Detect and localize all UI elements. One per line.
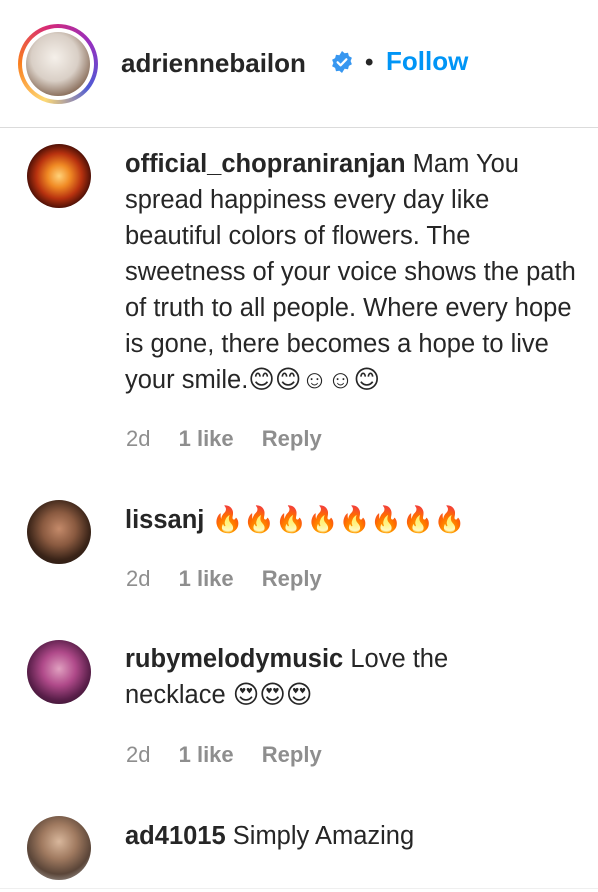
comment-time[interactable]: 2d — [126, 426, 150, 451]
comment-time[interactable]: 2d — [126, 742, 150, 767]
comment-time[interactable]: 2d — [126, 566, 150, 591]
comment-avatar[interactable] — [27, 640, 91, 704]
reply-button[interactable]: Reply — [262, 426, 322, 451]
story-ring-inner — [22, 28, 94, 100]
verified-badge-icon — [332, 51, 352, 73]
post-author-username[interactable]: adriennebailon — [121, 47, 306, 79]
comment-likes[interactable]: 1 like — [179, 426, 234, 451]
comment-avatar[interactable] — [27, 500, 91, 564]
comment-body: official_chopraniranjan Mam You spread h… — [125, 146, 585, 398]
comment-username[interactable]: official_chopraniranjan — [125, 150, 406, 178]
comment-text: Mam You spread happiness every day like … — [125, 150, 576, 394]
comment-body: ad41015 Simply Amazing — [125, 818, 585, 854]
comment-text: Simply Amazing — [232, 822, 415, 850]
comment-text: 🔥🔥🔥🔥🔥🔥🔥🔥 — [211, 506, 466, 534]
comment-likes[interactable]: 1 like — [179, 742, 234, 767]
comment-meta: 2d 1 like Reply — [126, 741, 344, 769]
comment-username[interactable]: ad41015 — [125, 822, 226, 850]
comment-username[interactable]: rubymelodymusic — [125, 645, 343, 673]
profile-avatar[interactable] — [26, 32, 90, 96]
comment-avatar[interactable] — [27, 816, 91, 880]
comment-body: lissanj 🔥🔥🔥🔥🔥🔥🔥🔥 — [125, 502, 585, 538]
comment-username[interactable]: lissanj — [125, 506, 204, 534]
comment-meta: 2d 1 like Reply — [126, 425, 344, 453]
comment-body: rubymelodymusic Love the necklace 😍😍😍 — [125, 641, 545, 713]
bottom-divider — [0, 888, 598, 889]
reply-button[interactable]: Reply — [262, 566, 322, 591]
header-separator: • — [365, 49, 374, 76]
follow-button[interactable]: Follow — [386, 45, 468, 77]
comment-meta: 2d 1 like Reply — [126, 565, 344, 593]
comment-likes[interactable]: 1 like — [179, 566, 234, 591]
profile-story-ring[interactable] — [18, 24, 98, 104]
comment-avatar[interactable] — [27, 144, 91, 208]
reply-button[interactable]: Reply — [262, 742, 322, 767]
post-header: adriennebailon • Follow — [0, 0, 598, 128]
